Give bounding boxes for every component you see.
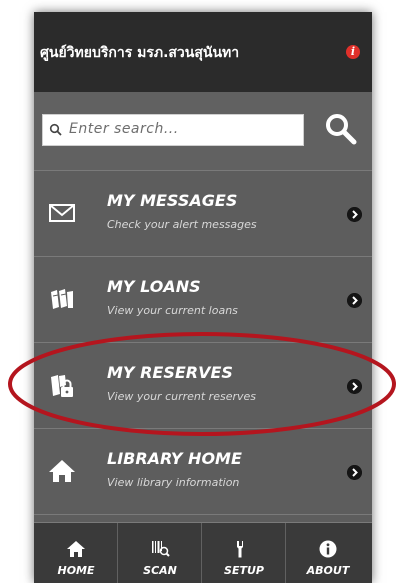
header-bar: ศูนย์วิทยบริการ มรภ.สวนสุนันทา i (34, 12, 372, 92)
search-icon (49, 123, 62, 136)
menu-item-subtitle: View your current reserves (107, 390, 257, 403)
page-title: ศูนย์วิทยบริการ มรภ.สวนสุนันทา (40, 45, 240, 61)
menu-item-messages[interactable]: MY MESSAGES Check your alert messages (34, 171, 372, 257)
chevron-right-icon (347, 207, 362, 222)
envelope-icon (49, 204, 75, 222)
home-icon (67, 541, 85, 557)
search-input[interactable]: Enter search... (42, 114, 304, 146)
tab-setup[interactable]: SETUP (202, 523, 286, 583)
tab-bar: HOME SCAN SETUP ABOUT (34, 522, 372, 583)
barcode-icon (152, 541, 170, 557)
search-button[interactable] (324, 112, 358, 146)
menu-item-title: MY LOANS (107, 277, 201, 296)
menu-item-loans[interactable]: MY LOANS View your current loans (34, 257, 372, 343)
tab-label: SETUP (224, 564, 264, 577)
menu-item-title: LIBRARY HOME (107, 449, 242, 468)
search-bar: Enter search... (34, 92, 372, 171)
tab-about[interactable]: ABOUT (286, 523, 370, 583)
home-icon (49, 460, 75, 482)
tab-label: HOME (57, 564, 95, 577)
info-icon (319, 540, 337, 558)
menu-item-title: MY MESSAGES (107, 191, 238, 210)
tab-scan[interactable]: SCAN (118, 523, 202, 583)
lock-books-icon (51, 375, 73, 397)
menu-item-subtitle: View library information (107, 476, 240, 489)
app-window: ศูนย์วิทยบริการ มรภ.สวนสุนันทา i Enter s… (34, 12, 372, 583)
tab-home[interactable]: HOME (34, 523, 118, 583)
chevron-right-icon (347, 465, 362, 480)
wrench-icon (237, 541, 243, 558)
tab-label: ABOUT (306, 564, 350, 577)
tab-label: SCAN (143, 564, 177, 577)
chevron-right-icon (347, 293, 362, 308)
menu-item-subtitle: Check your alert messages (107, 218, 257, 231)
chevron-right-icon (347, 379, 362, 394)
books-icon (51, 289, 73, 309)
menu-item-subtitle: View your current loans (107, 304, 238, 317)
menu-item-title: MY RESERVES (107, 363, 233, 382)
menu-item-reserves[interactable]: MY RESERVES View your current reserves (34, 343, 372, 429)
menu-item-library-home[interactable]: LIBRARY HOME View library information (34, 429, 372, 515)
search-placeholder: Enter search... (69, 121, 179, 137)
info-icon[interactable]: i (346, 45, 360, 59)
